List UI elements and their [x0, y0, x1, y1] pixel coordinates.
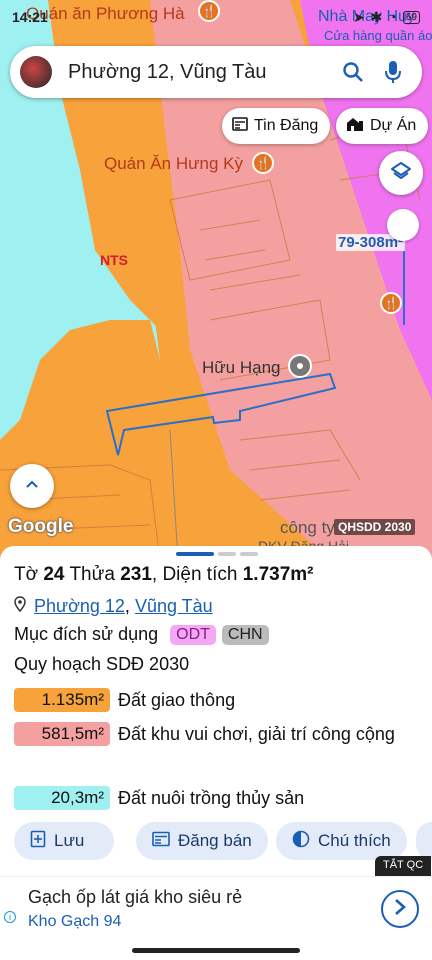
restaurant-pin-icon-2[interactable]: 🍴: [380, 292, 402, 314]
newspaper-icon: [232, 116, 248, 137]
home-indicator[interactable]: [132, 948, 300, 953]
purpose-tag-chn[interactable]: CHN: [221, 624, 269, 645]
zone-desc: Đất nuôi trồng thủy sản: [118, 788, 305, 808]
wifi-icon: ◔: [388, 9, 397, 25]
more-actions-button[interactable]: [416, 822, 432, 860]
tin-dang-chip[interactable]: Tin Đăng: [222, 108, 331, 144]
zone-desc: Đất khu vui chơi, giải trí công cộng: [118, 724, 395, 744]
zone-row: 20,3m² Đất nuôi trồng thủy sản: [14, 786, 408, 812]
search-input[interactable]: Phường 12, Vũng Tàu: [68, 61, 338, 84]
area-label: , Diện tích: [151, 564, 238, 585]
purpose-row: Mục đích sử dụng ODT CHN: [14, 624, 269, 645]
save-button[interactable]: Lưu: [14, 822, 115, 860]
location-pin-icon: [14, 596, 26, 617]
chevron-right-icon: [393, 898, 407, 921]
parcel-location: Phường 12, Vũng Tàu: [14, 596, 213, 617]
location-comma: ,: [124, 596, 130, 616]
save-label: Lưu: [54, 831, 85, 850]
opacity-slider-handle[interactable]: [387, 209, 419, 241]
search-icon[interactable]: [338, 57, 368, 87]
gesture-nav-bar: [0, 944, 432, 960]
plan-title: Quy hoạch SDĐ 2030: [14, 654, 190, 674]
legend-button[interactable]: Chú thích: [276, 822, 407, 860]
newspaper-icon: [152, 831, 170, 852]
place-pin-icon[interactable]: [288, 354, 312, 378]
sell-label: Đăng bán: [178, 831, 252, 850]
thua-value: 231: [120, 564, 152, 585]
ad-banner[interactable]: i Gạch ốp lát giá kho siêu rẻ Kho Gạch 9…: [0, 876, 432, 944]
restaurant-pin-icon[interactable]: 🍴: [252, 152, 274, 174]
map-label-cong-ty[interactable]: công ty: [280, 518, 335, 538]
building-icon: [346, 116, 364, 137]
parcel-title: Tờ 24 Thửa 231, Diện tích 1.737m²: [14, 564, 314, 586]
zone-area: 1.135m²: [14, 688, 110, 712]
ward-link[interactable]: Phường 12: [34, 596, 125, 616]
du-an-label: Dự Án: [370, 117, 417, 134]
map-label-quan-an-hung-ky[interactable]: Quán Ăn Hưng Kỳ: [104, 154, 243, 174]
purpose-tag-odt[interactable]: ODT: [170, 624, 216, 645]
city-link[interactable]: Vũng Tàu: [135, 596, 213, 616]
purpose-label: Mục đích sử dụng: [14, 624, 159, 644]
contrast-icon: [292, 830, 310, 853]
du-an-chip[interactable]: Dự Án: [336, 108, 429, 144]
zone-area: 20,3m²: [14, 786, 110, 810]
chevron-up-icon: [24, 476, 40, 497]
qhsdd-badge: QHSDD 2030: [334, 519, 416, 535]
zone-desc: Đất giao thông: [118, 690, 236, 710]
close-ad-button[interactable]: TẮT QC: [375, 856, 432, 876]
status-time: 14:21: [12, 9, 48, 25]
avatar[interactable]: [20, 56, 52, 88]
sheet-drag-handle[interactable]: [176, 552, 258, 556]
sell-button[interactable]: Đăng bán: [136, 822, 268, 860]
tin-dang-label: Tin Đăng: [254, 117, 319, 134]
battery-indicator: 69: [402, 10, 420, 24]
microphone-icon[interactable]: [378, 57, 408, 87]
zone-area: 581,5m²: [14, 722, 110, 746]
info-icon[interactable]: i: [4, 911, 16, 923]
to-label: Tờ: [14, 564, 39, 585]
ad-headline[interactable]: Gạch ốp lát giá kho siêu rẻ: [28, 887, 242, 908]
parcel-info-sheet[interactable]: Tờ 24 Thửa 231, Diện tích 1.737m² Phường…: [0, 546, 432, 876]
ad-advertiser[interactable]: Kho Gạch 94: [28, 913, 121, 931]
app-root: Quán ăn Phương Hà Nhà May Huy Cửa hàng q…: [0, 0, 432, 960]
layers-button[interactable]: [379, 151, 423, 195]
legend-label: Chú thích: [318, 831, 391, 850]
bluetooth-icon: ✱: [370, 8, 383, 25]
area-value: 1.737m²: [242, 564, 314, 585]
status-bar: 14:21 ➤ ✱ ◔ 69: [0, 0, 432, 34]
thua-label: Thửa: [69, 564, 115, 585]
zone-row: 1.135m² Đất giao thông: [14, 688, 408, 714]
search-bar[interactable]: Phường 12, Vũng Tàu: [10, 46, 422, 98]
add-bookmark-icon: [30, 830, 46, 853]
zone-row: 581,5m² Đất khu vui chơi, giải trí công …: [14, 722, 408, 748]
location-icon: ➤: [352, 8, 365, 25]
ad-go-button[interactable]: [381, 890, 419, 928]
map-label-nts: NTS: [100, 252, 128, 268]
expand-up-button[interactable]: [10, 464, 54, 508]
map-label-huu-hang[interactable]: Hữu Hạng: [202, 358, 280, 378]
google-logo: Google: [8, 516, 74, 537]
to-value: 24: [43, 564, 65, 585]
layers-icon: [390, 160, 412, 187]
